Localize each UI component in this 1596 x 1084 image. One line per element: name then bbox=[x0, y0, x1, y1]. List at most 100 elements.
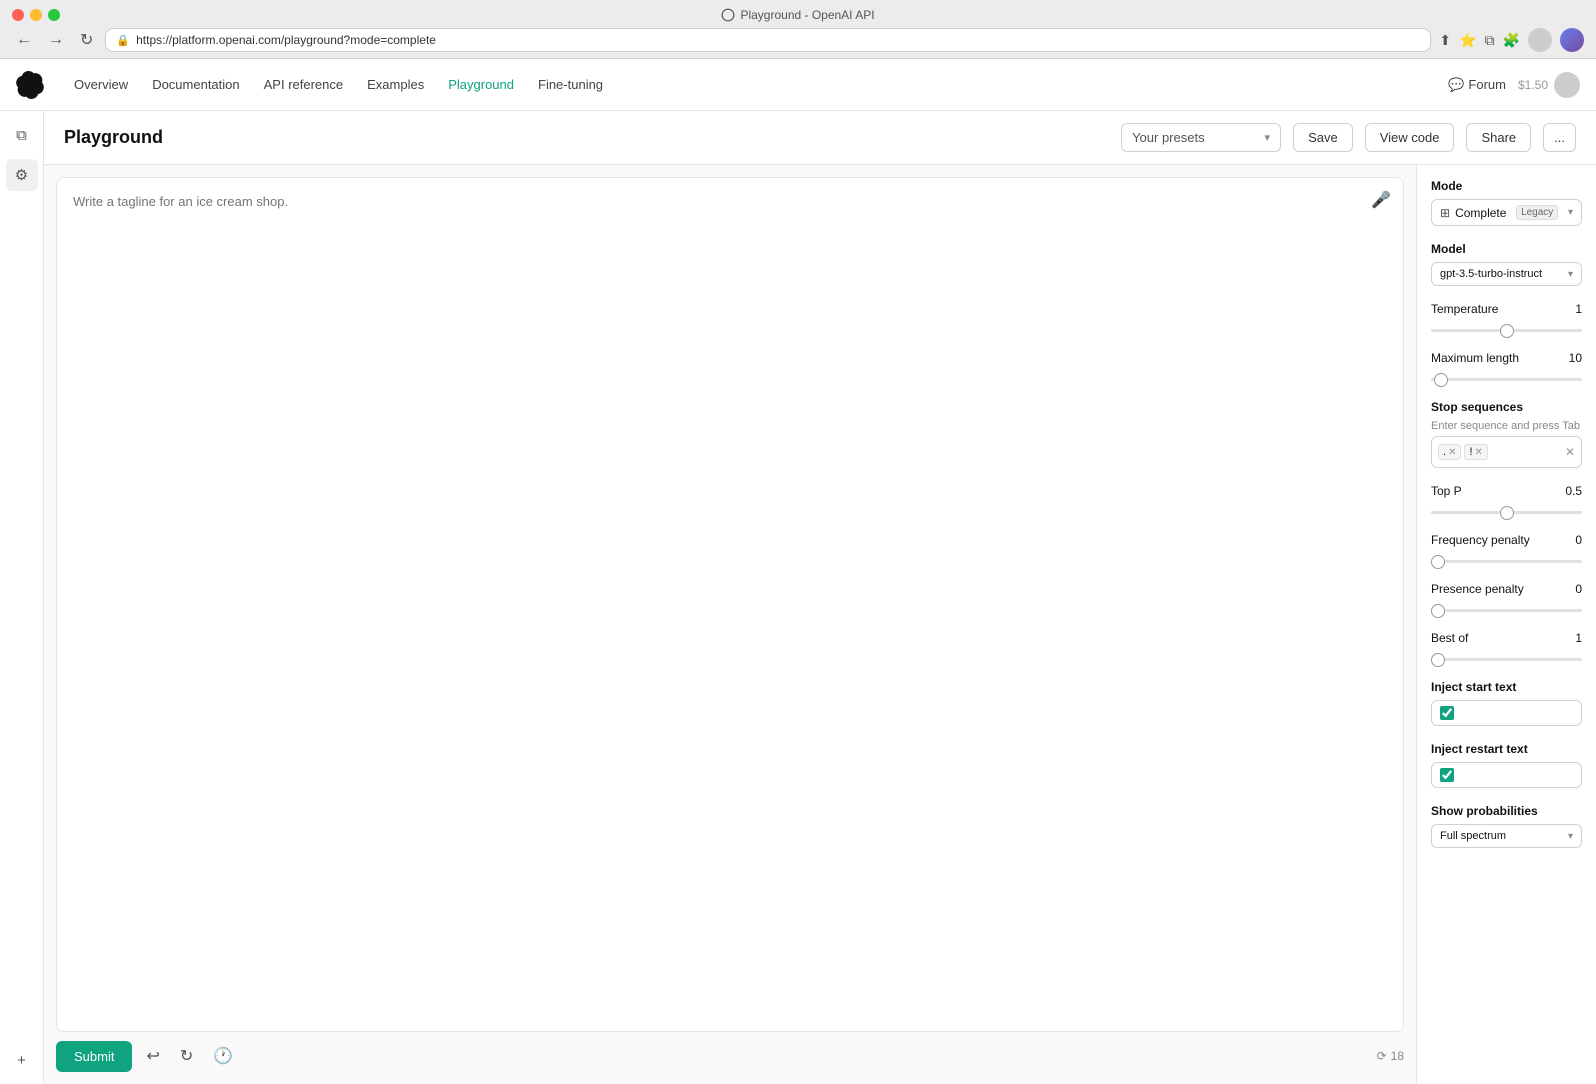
presence-penalty-section: Presence penalty 0 bbox=[1431, 582, 1582, 615]
user-info: $1.50 bbox=[1518, 72, 1580, 98]
max-length-label: Maximum length bbox=[1431, 351, 1519, 365]
browser-address-bar[interactable]: 🔒 https://platform.openai.com/playground… bbox=[105, 28, 1431, 52]
best-of-row: Best of 1 bbox=[1431, 631, 1582, 645]
prob-selector[interactable]: Full spectrum ▾ bbox=[1431, 824, 1582, 848]
prob-chevron-icon: ▾ bbox=[1568, 831, 1573, 842]
max-length-section: Maximum length 10 bbox=[1431, 351, 1582, 384]
redo-button[interactable]: ↻ bbox=[174, 1040, 199, 1072]
browser-tabs-button[interactable]: ⧉ bbox=[1485, 32, 1495, 49]
token-count-value: 18 bbox=[1391, 1049, 1404, 1063]
stop-seq-dot: . ✕ bbox=[1438, 444, 1461, 460]
app-layout: ⧉ ⚙ + Playground Your presets ▾ Save Vie… bbox=[0, 111, 1596, 1084]
nav-api-reference[interactable]: API reference bbox=[254, 71, 354, 98]
nav-playground[interactable]: Playground bbox=[438, 71, 524, 98]
more-options-button[interactable]: ... bbox=[1543, 123, 1576, 152]
history-button[interactable]: 🕐 bbox=[207, 1040, 239, 1072]
seq-clear-button[interactable]: ✕ bbox=[1565, 445, 1575, 459]
stop-sequences-input[interactable]: . ✕ ! ✕ ✕ bbox=[1431, 436, 1582, 468]
temperature-slider-container bbox=[1431, 320, 1582, 335]
best-of-section: Best of 1 bbox=[1431, 631, 1582, 664]
sidebar: ⧉ ⚙ + bbox=[0, 111, 44, 1084]
inject-restart-container bbox=[1431, 762, 1582, 788]
mode-left: ⊞ Complete bbox=[1440, 206, 1506, 220]
presets-chevron-icon: ▾ bbox=[1265, 131, 1271, 144]
playground-area: 🎤 Submit ↩ ↻ 🕐 ⟳ 18 Mode bbox=[44, 165, 1596, 1084]
stop-sequences-hint: Enter sequence and press Tab bbox=[1431, 420, 1582, 432]
show-prob-section: Show probabilities Full spectrum ▾ bbox=[1431, 804, 1582, 848]
top-p-slider[interactable] bbox=[1431, 511, 1582, 514]
presence-penalty-row: Presence penalty 0 bbox=[1431, 582, 1582, 596]
freq-penalty-slider-container bbox=[1431, 551, 1582, 566]
browser-maximize-button[interactable] bbox=[48, 9, 60, 21]
token-count: ⟳ 18 bbox=[1377, 1049, 1404, 1063]
seq-dot-remove[interactable]: ✕ bbox=[1448, 447, 1456, 458]
openai-logo[interactable] bbox=[16, 71, 44, 99]
best-of-label: Best of bbox=[1431, 631, 1468, 645]
browser-profile-avatar[interactable] bbox=[1528, 28, 1552, 52]
nav-right: 💬 Forum $1.50 bbox=[1448, 72, 1580, 98]
microphone-button[interactable]: 🎤 bbox=[1371, 190, 1391, 210]
freq-penalty-slider[interactable] bbox=[1431, 560, 1582, 563]
browser-url: https://platform.openai.com/playground?m… bbox=[136, 33, 436, 47]
browser-forward-button[interactable]: → bbox=[44, 29, 68, 51]
browser-back-button[interactable]: ← bbox=[12, 29, 36, 51]
browser-close-button[interactable] bbox=[12, 9, 24, 21]
temperature-value: 1 bbox=[1575, 302, 1582, 316]
prompt-textarea[interactable] bbox=[57, 178, 1403, 1031]
presence-penalty-value: 0 bbox=[1575, 582, 1582, 596]
model-chevron-icon: ▾ bbox=[1568, 269, 1573, 280]
browser-share-button[interactable]: ⬆ bbox=[1439, 32, 1451, 49]
seq-dot-value: . bbox=[1443, 446, 1446, 458]
save-button[interactable]: Save bbox=[1293, 123, 1353, 152]
nav-overview[interactable]: Overview bbox=[64, 71, 138, 98]
model-selector[interactable]: gpt-3.5-turbo-instruct ▾ bbox=[1431, 262, 1582, 286]
best-of-slider[interactable] bbox=[1431, 658, 1582, 661]
best-of-slider-container bbox=[1431, 649, 1582, 664]
sidebar-pages-button[interactable]: ⧉ bbox=[6, 119, 38, 151]
mode-chevron-icon: ▾ bbox=[1568, 207, 1573, 218]
mode-label: Mode bbox=[1431, 179, 1582, 193]
browser-minimize-button[interactable] bbox=[30, 9, 42, 21]
mode-selector[interactable]: ⊞ Complete Legacy ▾ bbox=[1431, 199, 1582, 226]
browser-bookmark-button[interactable]: ⭐ bbox=[1459, 32, 1476, 49]
presets-dropdown[interactable]: Your presets ▾ bbox=[1121, 123, 1281, 152]
nav-fine-tuning[interactable]: Fine-tuning bbox=[528, 71, 613, 98]
nav-user-avatar[interactable] bbox=[1554, 72, 1580, 98]
presence-penalty-slider[interactable] bbox=[1431, 609, 1582, 612]
bottom-toolbar: Submit ↩ ↻ 🕐 ⟳ 18 bbox=[56, 1040, 1404, 1072]
token-count-icon: ⟳ bbox=[1377, 1049, 1387, 1063]
inject-start-checkbox[interactable] bbox=[1440, 706, 1454, 720]
max-length-value: 10 bbox=[1569, 351, 1582, 365]
temperature-slider[interactable] bbox=[1431, 329, 1582, 332]
sidebar-add-button[interactable]: + bbox=[6, 1044, 38, 1076]
mode-icon: ⊞ bbox=[1440, 206, 1450, 220]
forum-link[interactable]: 💬 Forum bbox=[1448, 77, 1506, 93]
openai-navigation: Overview Documentation API reference Exa… bbox=[0, 59, 1596, 111]
top-p-slider-container bbox=[1431, 502, 1582, 517]
inject-restart-section: Inject restart text bbox=[1431, 742, 1582, 788]
inject-restart-checkbox[interactable] bbox=[1440, 768, 1454, 782]
browser-extensions-button[interactable]: 🧩 bbox=[1503, 32, 1520, 49]
nav-documentation[interactable]: Documentation bbox=[142, 71, 249, 98]
browser-reload-button[interactable]: ↻ bbox=[76, 28, 97, 52]
model-label: Model bbox=[1431, 242, 1582, 256]
seq-exclaim-remove[interactable]: ✕ bbox=[1475, 447, 1483, 458]
sidebar-settings-button[interactable]: ⚙ bbox=[6, 159, 38, 191]
text-panel: 🎤 Submit ↩ ↻ 🕐 ⟳ 18 bbox=[44, 165, 1416, 1084]
max-length-slider[interactable] bbox=[1431, 378, 1582, 381]
top-p-section: Top P 0.5 bbox=[1431, 484, 1582, 517]
lock-icon: 🔒 bbox=[116, 34, 130, 47]
inject-start-container bbox=[1431, 700, 1582, 726]
presets-label: Your presets bbox=[1132, 130, 1205, 145]
nav-examples[interactable]: Examples bbox=[357, 71, 434, 98]
browser-action-buttons: ⬆ ⭐ ⧉ 🧩 bbox=[1439, 28, 1584, 52]
view-code-button[interactable]: View code bbox=[1365, 123, 1455, 152]
browser-profile-pic[interactable] bbox=[1560, 28, 1584, 52]
model-section: Model gpt-3.5-turbo-instruct ▾ bbox=[1431, 242, 1582, 286]
browser-title-bar: Playground - OpenAI API bbox=[12, 8, 1584, 22]
submit-button[interactable]: Submit bbox=[56, 1041, 132, 1072]
top-p-value: 0.5 bbox=[1565, 484, 1582, 498]
undo-button[interactable]: ↩ bbox=[140, 1040, 165, 1072]
nav-links: Overview Documentation API reference Exa… bbox=[64, 71, 1448, 98]
share-button[interactable]: Share bbox=[1466, 123, 1531, 152]
